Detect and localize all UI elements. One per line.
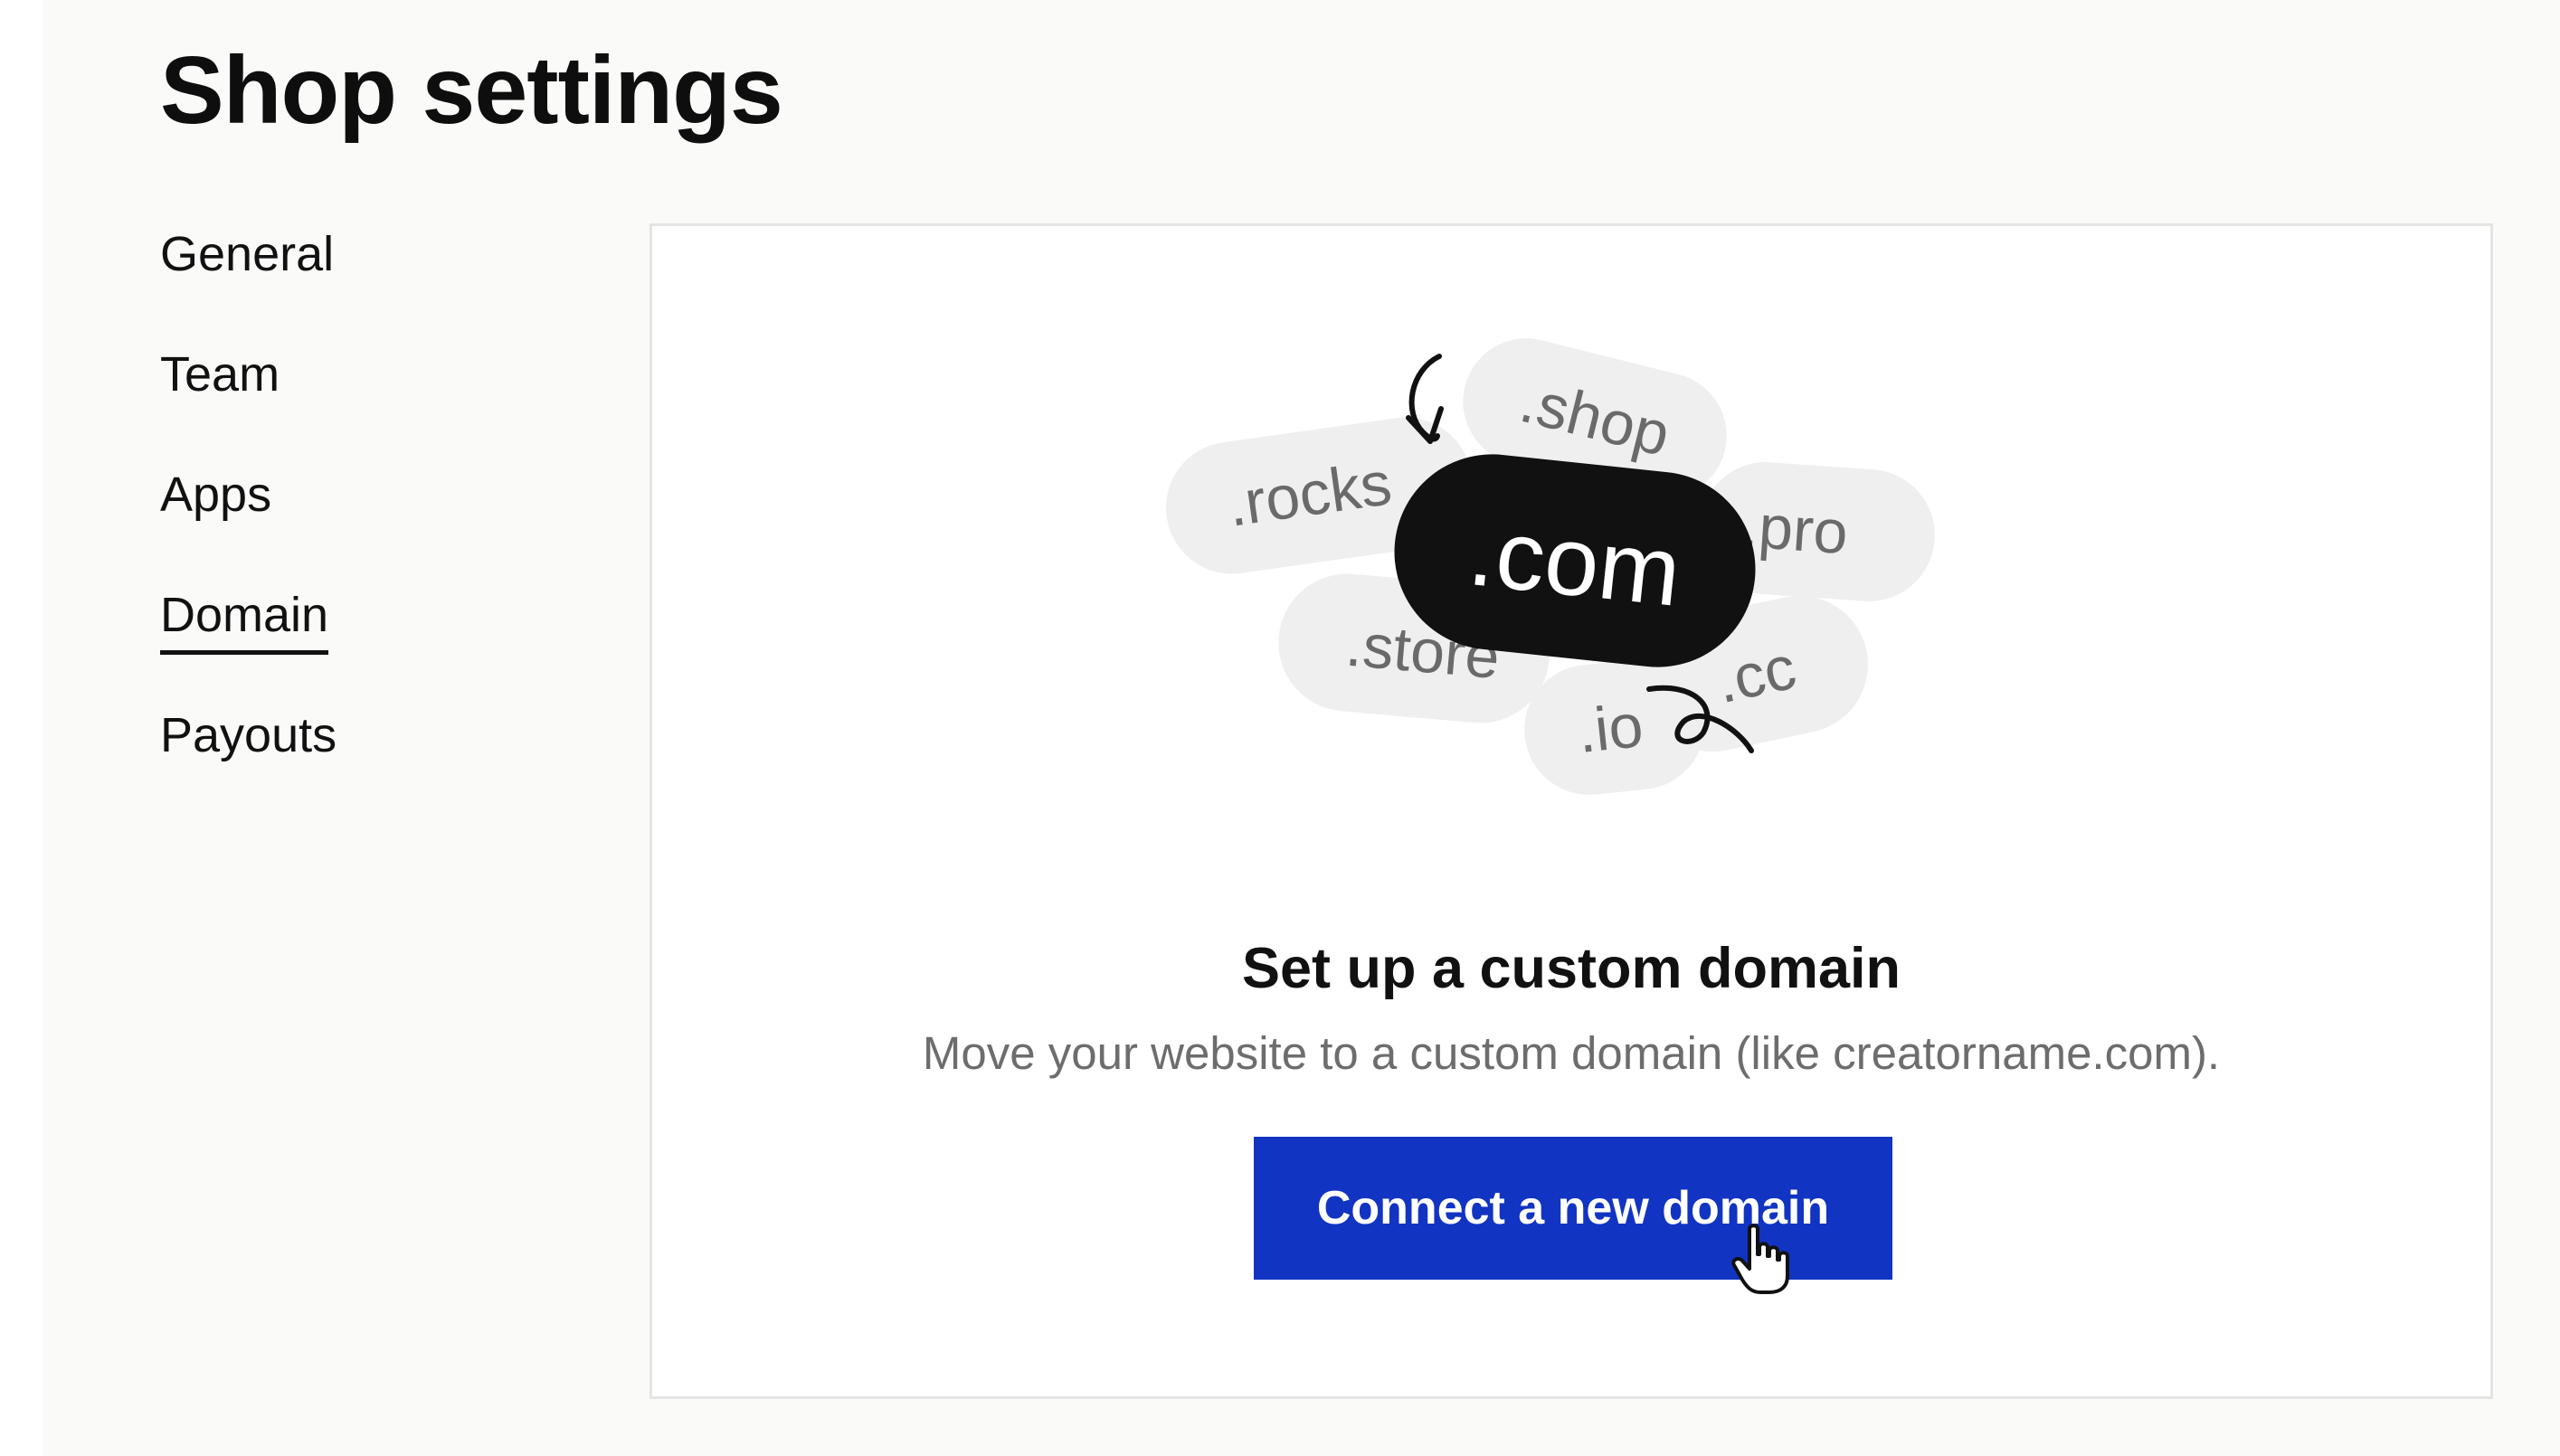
nav-item-apps[interactable]: Apps: [160, 467, 271, 523]
domain-pills-graphic: .rocks .shop .pro .store .cc .io .com: [1165, 338, 1935, 795]
pill-com-label: .com: [1464, 496, 1685, 627]
domain-card: .rocks .shop .pro .store .cc .io .com Se…: [649, 223, 2493, 1399]
settings-page: Shop settings General Team Apps Domain P…: [43, 0, 2560, 1456]
card-description: Move your website to a custom domain (li…: [922, 1027, 2221, 1079]
hand-cursor-icon: [1731, 1224, 1789, 1294]
connect-domain-button[interactable]: Connect a new domain: [1254, 1137, 1892, 1280]
card-heading: Set up a custom domain: [1241, 937, 1901, 1000]
nav-item-team[interactable]: Team: [160, 346, 280, 402]
domain-illustration: .rocks .shop .pro .store .cc .io .com: [652, 226, 2490, 805]
nav-item-general[interactable]: General: [160, 226, 334, 282]
nav-item-domain[interactable]: Domain: [160, 587, 329, 655]
pill-io-label: .io: [1574, 691, 1645, 766]
page-title: Shop settings: [160, 37, 783, 144]
nav-item-payouts[interactable]: Payouts: [160, 707, 337, 763]
pill-pro-label: .pro: [1740, 491, 1850, 567]
